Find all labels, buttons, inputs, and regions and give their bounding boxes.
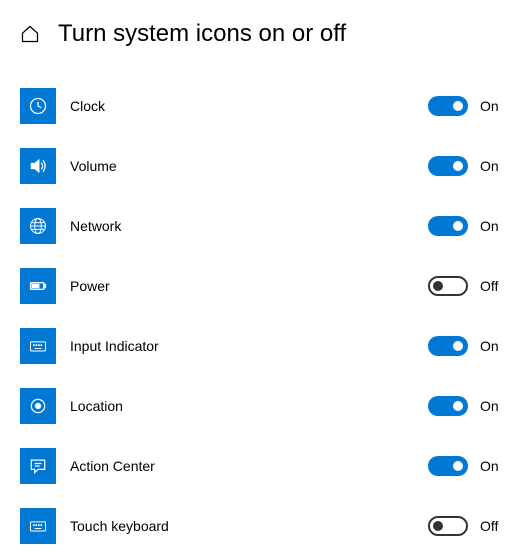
toggle-touch-keyboard[interactable] xyxy=(428,516,468,536)
location-icon xyxy=(20,388,56,424)
toggle-volume[interactable] xyxy=(428,156,468,176)
toggle-clock[interactable] xyxy=(428,96,468,116)
keyboard-icon xyxy=(20,328,56,364)
item-label: Touch keyboard xyxy=(70,518,428,534)
item-row-input-indicator: Input Indicator On xyxy=(20,316,504,376)
network-icon xyxy=(20,208,56,244)
item-list: Clock On Volume On Network On Power xyxy=(20,76,504,556)
item-label: Clock xyxy=(70,98,428,114)
item-label: Location xyxy=(70,398,428,414)
item-row-network: Network On xyxy=(20,196,504,256)
item-row-location: Location On xyxy=(20,376,504,436)
toggle-wrap: On xyxy=(428,396,504,416)
item-row-action-center: Action Center On xyxy=(20,436,504,496)
item-row-touch-keyboard: Touch keyboard Off xyxy=(20,496,504,556)
power-icon xyxy=(20,268,56,304)
item-row-power: Power Off xyxy=(20,256,504,316)
item-row-clock: Clock On xyxy=(20,76,504,136)
toggle-location[interactable] xyxy=(428,396,468,416)
item-label: Volume xyxy=(70,158,428,174)
toggle-state: On xyxy=(480,218,504,234)
header: Turn system icons on or off xyxy=(20,20,504,48)
toggle-wrap: On xyxy=(428,456,504,476)
toggle-state: On xyxy=(480,338,504,354)
item-label: Power xyxy=(70,278,428,294)
toggle-state: On xyxy=(480,398,504,414)
home-icon[interactable] xyxy=(20,24,40,44)
toggle-wrap: On xyxy=(428,96,504,116)
toggle-network[interactable] xyxy=(428,216,468,236)
toggle-state: On xyxy=(480,98,504,114)
volume-icon xyxy=(20,148,56,184)
toggle-state: On xyxy=(480,458,504,474)
toggle-wrap: On xyxy=(428,336,504,356)
toggle-wrap: Off xyxy=(428,516,504,536)
toggle-input-indicator[interactable] xyxy=(428,336,468,356)
item-label: Input Indicator xyxy=(70,338,428,354)
clock-icon xyxy=(20,88,56,124)
action-center-icon xyxy=(20,448,56,484)
toggle-state: On xyxy=(480,158,504,174)
item-row-volume: Volume On xyxy=(20,136,504,196)
touch-keyboard-icon xyxy=(20,508,56,544)
toggle-state: Off xyxy=(480,518,504,534)
toggle-state: Off xyxy=(480,278,504,294)
toggle-wrap: On xyxy=(428,216,504,236)
toggle-power[interactable] xyxy=(428,276,468,296)
item-label: Network xyxy=(70,218,428,234)
toggle-wrap: On xyxy=(428,156,504,176)
toggle-wrap: Off xyxy=(428,276,504,296)
page-title: Turn system icons on or off xyxy=(58,20,346,48)
item-label: Action Center xyxy=(70,458,428,474)
toggle-action-center[interactable] xyxy=(428,456,468,476)
